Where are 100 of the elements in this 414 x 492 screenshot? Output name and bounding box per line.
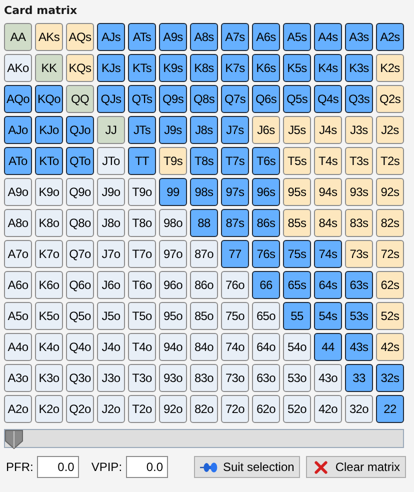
hand-cell[interactable]: T2o: [128, 395, 156, 423]
hand-cell[interactable]: K4s: [314, 54, 342, 82]
hand-cell[interactable]: Q2s: [376, 85, 404, 113]
hand-cell[interactable]: K3s: [345, 54, 373, 82]
hand-cell[interactable]: K3o: [35, 364, 63, 392]
hand-cell[interactable]: K9o: [35, 178, 63, 206]
hand-cell[interactable]: 85o: [190, 302, 218, 330]
hand-cell[interactable]: A9o: [4, 178, 32, 206]
hand-cell[interactable]: Q7s: [221, 85, 249, 113]
hand-cell[interactable]: K7s: [221, 54, 249, 82]
hand-cell[interactable]: 97o: [159, 240, 187, 268]
hand-cell[interactable]: T3o: [128, 364, 156, 392]
hand-cell[interactable]: K9s: [159, 54, 187, 82]
hand-cell[interactable]: Q8s: [190, 85, 218, 113]
hand-cell[interactable]: 93s: [345, 178, 373, 206]
hand-cell[interactable]: 94s: [314, 178, 342, 206]
hand-cell[interactable]: QJo: [66, 116, 94, 144]
hand-cell[interactable]: T3s: [345, 147, 373, 175]
hand-cell[interactable]: QTo: [66, 147, 94, 175]
hand-cell[interactable]: Q3o: [66, 364, 94, 392]
hand-cell[interactable]: J6o: [97, 271, 125, 299]
hand-cell[interactable]: 65o: [252, 302, 280, 330]
hand-cell[interactable]: AJo: [4, 116, 32, 144]
hand-cell[interactable]: 22: [376, 395, 404, 423]
hand-cell[interactable]: A6o: [4, 271, 32, 299]
hand-cell[interactable]: TT: [128, 147, 156, 175]
hand-cell[interactable]: 54s: [314, 302, 342, 330]
input-field[interactable]: 0.0: [126, 456, 168, 478]
hand-cell[interactable]: A7o: [4, 240, 32, 268]
hand-cell[interactable]: K7o: [35, 240, 63, 268]
hand-cell[interactable]: 64o: [252, 333, 280, 361]
hand-cell[interactable]: T7o: [128, 240, 156, 268]
hand-cell[interactable]: 53s: [345, 302, 373, 330]
hand-cell[interactable]: K5s: [283, 54, 311, 82]
hand-cell[interactable]: A4o: [4, 333, 32, 361]
hand-cell[interactable]: Q4o: [66, 333, 94, 361]
hand-cell[interactable]: 62s: [376, 271, 404, 299]
hand-cell[interactable]: 92o: [159, 395, 187, 423]
hand-cell[interactable]: A8s: [190, 23, 218, 51]
hand-cell[interactable]: A3o: [4, 364, 32, 392]
hand-cell[interactable]: A6s: [252, 23, 280, 51]
hand-cell[interactable]: 87s: [221, 209, 249, 237]
hand-cell[interactable]: JJ: [97, 116, 125, 144]
hand-cell[interactable]: 85s: [283, 209, 311, 237]
hand-cell[interactable]: Q8o: [66, 209, 94, 237]
hand-cell[interactable]: A4s: [314, 23, 342, 51]
hand-cell[interactable]: AKo: [4, 54, 32, 82]
hand-cell[interactable]: A2o: [4, 395, 32, 423]
hand-cell[interactable]: 42s: [376, 333, 404, 361]
hand-cell[interactable]: A7s: [221, 23, 249, 51]
hand-cell[interactable]: 72o: [221, 395, 249, 423]
hand-cell[interactable]: Q5s: [283, 85, 311, 113]
hand-cell[interactable]: T2s: [376, 147, 404, 175]
hand-cell[interactable]: T7s: [221, 147, 249, 175]
hand-cell[interactable]: 86s: [252, 209, 280, 237]
input-field[interactable]: 0.0: [37, 456, 80, 478]
hand-cell[interactable]: T5s: [283, 147, 311, 175]
hand-cell[interactable]: AQs: [66, 23, 94, 51]
hand-cell[interactable]: Q4s: [314, 85, 342, 113]
hand-cell[interactable]: 55: [283, 302, 311, 330]
hand-cell[interactable]: J4o: [97, 333, 125, 361]
hand-cell[interactable]: QQ: [66, 85, 94, 113]
hand-cell[interactable]: J7o: [97, 240, 125, 268]
hand-cell[interactable]: 32o: [345, 395, 373, 423]
hand-cell[interactable]: 84o: [190, 333, 218, 361]
hand-cell[interactable]: J2s: [376, 116, 404, 144]
hand-cell[interactable]: J9s: [159, 116, 187, 144]
hand-cell[interactable]: A2s: [376, 23, 404, 51]
hand-cell[interactable]: 44: [314, 333, 342, 361]
hand-cell[interactable]: 87o: [190, 240, 218, 268]
hand-cell[interactable]: A5o: [4, 302, 32, 330]
hand-cell[interactable]: Q9o: [66, 178, 94, 206]
hand-cell[interactable]: QTs: [128, 85, 156, 113]
hand-cell[interactable]: 33: [345, 364, 373, 392]
hand-cell[interactable]: K2o: [35, 395, 63, 423]
hand-cell[interactable]: T4s: [314, 147, 342, 175]
hand-cell[interactable]: 77: [221, 240, 249, 268]
hand-cell[interactable]: 42o: [314, 395, 342, 423]
hand-cell[interactable]: 86o: [190, 271, 218, 299]
hand-cell[interactable]: KTo: [35, 147, 63, 175]
hand-cell[interactable]: Q6o: [66, 271, 94, 299]
hand-cell[interactable]: T5o: [128, 302, 156, 330]
hand-cell[interactable]: T9s: [159, 147, 187, 175]
hand-cell[interactable]: AA: [4, 23, 32, 51]
hand-cell[interactable]: 97s: [221, 178, 249, 206]
hand-cell[interactable]: 75s: [283, 240, 311, 268]
hand-cell[interactable]: J5s: [283, 116, 311, 144]
hand-cell[interactable]: K2s: [376, 54, 404, 82]
hand-cell[interactable]: J8s: [190, 116, 218, 144]
hand-cell[interactable]: 82o: [190, 395, 218, 423]
hand-cell[interactable]: AJs: [97, 23, 125, 51]
hand-cell[interactable]: 63s: [345, 271, 373, 299]
hand-cell[interactable]: K4o: [35, 333, 63, 361]
hand-cell[interactable]: 88: [190, 209, 218, 237]
hand-cell[interactable]: Q5o: [66, 302, 94, 330]
hand-cell[interactable]: 95o: [159, 302, 187, 330]
hand-cell[interactable]: KK: [35, 54, 63, 82]
hand-cell[interactable]: 74o: [221, 333, 249, 361]
hand-cell[interactable]: KJo: [35, 116, 63, 144]
hand-cell[interactable]: J2o: [97, 395, 125, 423]
